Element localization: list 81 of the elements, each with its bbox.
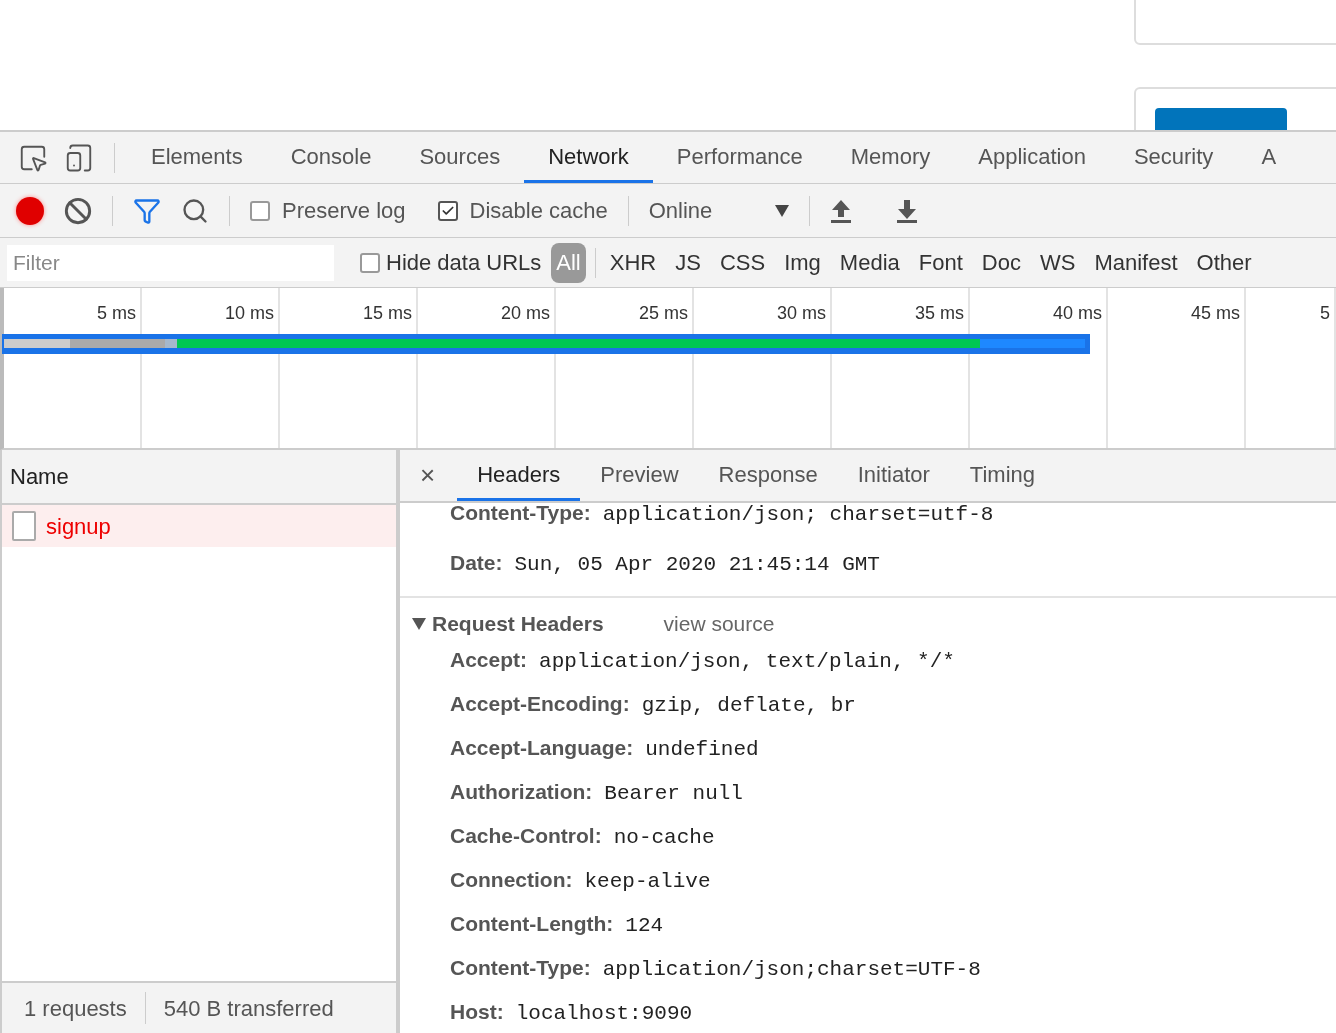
checkbox-label: Disable cache [469,197,608,225]
header-name: Accept: [450,646,528,673]
header-name: Cache-Control: [450,822,602,849]
header-name: Authorization: [450,778,593,805]
header-value: undefined [645,736,759,763]
type-filter-button[interactable]: Font [913,242,968,283]
tick-label: 10 ms [224,302,274,325]
header-value: Sun, 05 Apr 2020 21:45:14 GMT [514,551,880,578]
type-filter-button[interactable]: Other [1191,242,1257,283]
header-value: application/json; charset=utf-8 [602,503,994,528]
panel-tab[interactable]: Console [266,132,396,183]
tick-label: 30 ms [776,302,826,325]
tick-label: 45 ms [1190,302,1240,325]
close-button[interactable]: × [418,450,438,501]
header-value: application/json;charset=UTF-8 [602,956,981,983]
panel-tab[interactable]: Sources [395,132,525,183]
header-name: Connection: [450,866,573,893]
header-value: gzip, deflate, br [641,692,856,719]
type-filter-button[interactable]: Manifest [1089,242,1183,283]
triangle-icon [412,617,426,630]
column-header: Name [10,463,69,491]
tick-label: 5 [1320,302,1330,325]
type-filter-button[interactable]: Img [779,242,826,283]
type-filter-button[interactable]: CSS [714,242,771,283]
checkbox[interactable] [360,252,380,273]
header-name: Date: [450,549,503,576]
search-icon[interactable] [181,196,209,225]
type-filter-button[interactable]: Media [834,242,905,283]
header-name: Content-Type: [450,954,591,981]
checkbox[interactable] [437,200,458,221]
throttling-dropdown[interactable]: Online [648,194,789,227]
section-toggle[interactable] [412,617,426,630]
status-text: 540 B transferred [163,994,334,1023]
header-name: Host: [450,998,504,1025]
panel-tab[interactable]: Performance [652,132,827,183]
header-value: Bearer null [604,780,743,807]
panel-tab[interactable]: Security [1109,132,1238,183]
checkbox-label: Hide data URLs [386,249,542,277]
type-filter-button[interactable]: XHR [604,242,662,283]
caret-icon [774,204,789,217]
type-filter-button[interactable]: WS [1034,242,1081,283]
header-name: Accept-Language: [450,734,634,761]
tick-label: 15 ms [362,302,412,325]
device-icon[interactable] [64,142,94,173]
tick-label: 5 ms [97,302,136,325]
checkbox[interactable] [250,200,270,221]
file-icon [12,511,36,541]
download-icon[interactable] [895,197,918,224]
filter-icon[interactable] [133,196,161,225]
record-button[interactable] [16,196,44,225]
view-source-link[interactable]: view source [663,608,775,640]
header-name: Content-Type: [450,503,591,526]
header-value: no-cache [613,824,715,851]
type-filter-button[interactable]: Doc [976,242,1026,283]
detail-tab[interactable]: Headers [457,450,581,501]
panel-tab[interactable]: A [1237,132,1301,183]
tick-label: 40 ms [1052,302,1102,325]
header-value: application/json, text/plain, */* [539,648,955,675]
tick-label: 20 ms [500,302,550,325]
detail-tab[interactable]: Response [698,450,838,501]
type-filter-button[interactable]: JS [670,242,706,283]
request-name: signup [46,512,111,541]
section-title: Request Headers [432,611,604,637]
tick-label: 25 ms [638,302,688,325]
filter-field[interactable]: Filter [7,244,334,281]
header-value: 124 [625,912,664,939]
detail-tab[interactable]: Preview [580,450,699,501]
clear-icon[interactable] [64,196,92,225]
checkbox-label: Preserve log [282,197,406,225]
detail-tab[interactable]: Timing [949,450,1056,501]
detail-tab[interactable]: Initiator [837,450,950,501]
panel-tab[interactable]: Memory [826,132,955,183]
header-value: keep-alive [584,868,711,895]
panel-tab[interactable]: Elements [127,132,267,183]
tick-label: 35 ms [914,302,964,325]
request-row[interactable]: signup [2,505,396,547]
status-text: 1 requests [24,994,127,1023]
header-name: Accept-Encoding: [450,690,630,717]
header-value: localhost:9090 [515,1000,693,1027]
panel-tab[interactable]: Application [954,132,1110,183]
header-name: Content-Length: [450,910,614,937]
